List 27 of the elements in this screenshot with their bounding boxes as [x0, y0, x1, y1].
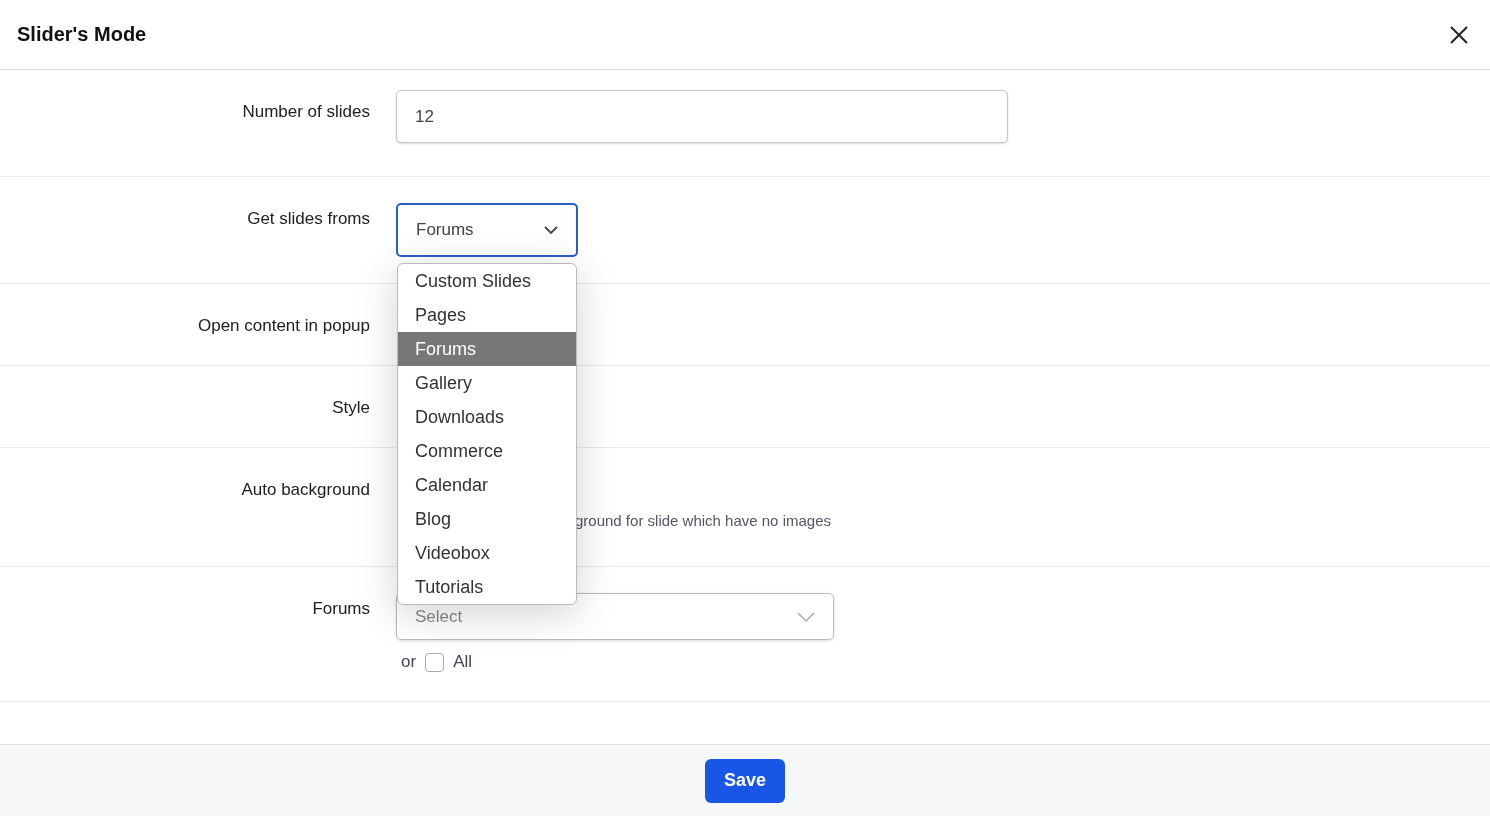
dropdown-option[interactable]: Custom Slides	[398, 264, 576, 298]
close-icon[interactable]	[1449, 24, 1469, 45]
field-label: Number of slides	[241, 101, 370, 123]
dropdown-option[interactable]: Forums	[398, 332, 576, 366]
source-select[interactable]: Forums	[396, 203, 578, 257]
dropdown-option[interactable]: Videobox	[398, 536, 576, 570]
all-checkbox[interactable]	[425, 652, 445, 672]
chevron-down-icon	[544, 225, 558, 235]
all-label: All	[453, 652, 473, 672]
dropdown-option[interactable]: Pages	[398, 298, 576, 332]
dropdown-option[interactable]: Calendar	[398, 468, 576, 502]
chevron-down-icon	[797, 611, 815, 622]
hint-text: ground for slide which have no images	[575, 512, 832, 529]
field-label: Get slides froms	[246, 208, 370, 230]
dropdown-option[interactable]: Blog	[398, 502, 576, 536]
field-label: Forums	[311, 598, 370, 620]
forums-select[interactable]: Select	[396, 593, 834, 640]
field-label: Auto background	[240, 479, 370, 501]
number-input[interactable]: 12	[396, 90, 1008, 143]
field-label: Open content in popup	[196, 315, 370, 337]
dropdown-option[interactable]: Downloads	[398, 400, 576, 434]
dropdown-option[interactable]: Commerce	[398, 434, 576, 468]
field-label: Style	[331, 397, 370, 419]
or-text: or	[401, 652, 417, 672]
dropdown-option[interactable]: Gallery	[398, 366, 576, 400]
save-button[interactable]: Save	[705, 758, 785, 803]
dialog-title: Slider's Mode	[17, 23, 147, 46]
